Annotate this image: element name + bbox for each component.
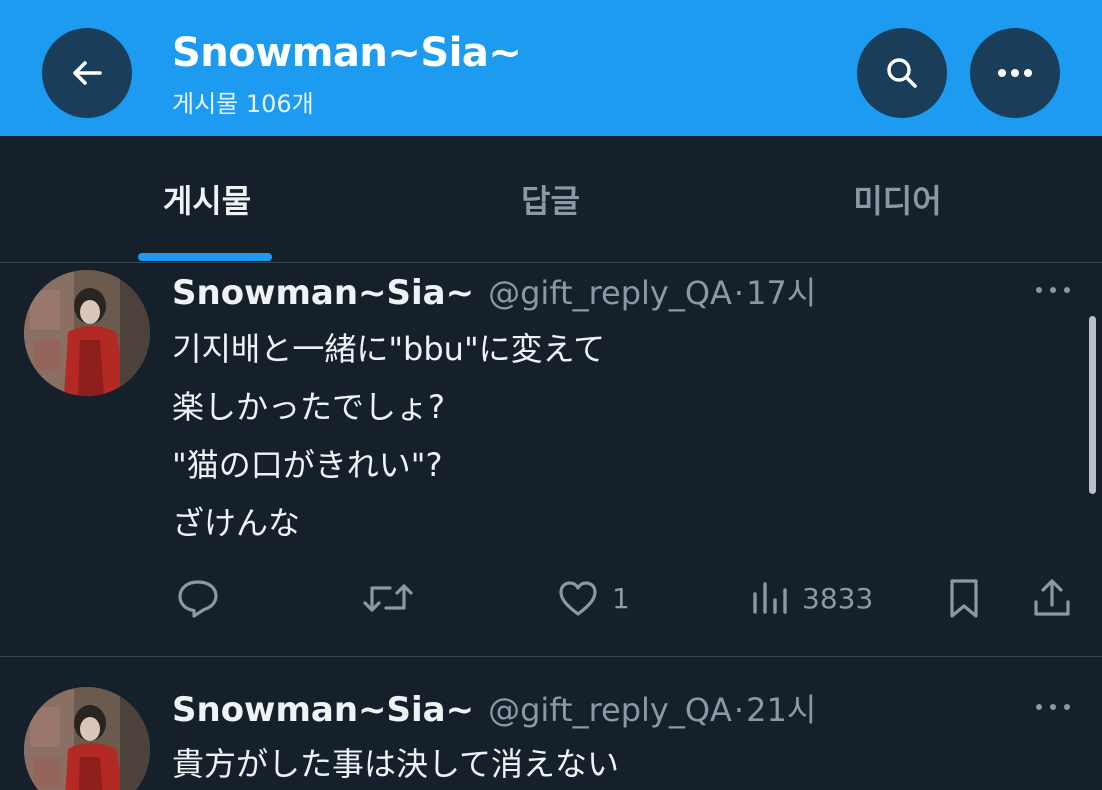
tweet-text: 貴方がした事は決して消えない: [172, 735, 619, 790]
like-count: 1: [612, 581, 630, 615]
profile-posts-screen: Snowman~Sia~ 게시물 106개 게시물 답글 미디어 Snowman…: [0, 0, 1102, 790]
tweet-text-line: ざけんな: [172, 504, 301, 542]
profile-title: Snowman~Sia~: [172, 30, 522, 76]
share-button[interactable]: [1030, 576, 1074, 620]
author-handle[interactable]: @gift_reply_QA: [488, 274, 732, 312]
tweet-text-line: 楽しかったでしょ?: [172, 388, 445, 426]
author-name[interactable]: Snowman~Sia~: [172, 273, 474, 313]
analytics-icon: [753, 582, 787, 614]
bookmark-button[interactable]: [944, 576, 984, 620]
scrollbar[interactable]: [1089, 316, 1096, 494]
tweet-actions: 1 3833: [0, 568, 1102, 628]
avatar-image: [24, 270, 150, 396]
tweet-text-line: "猫の口がきれい"?: [172, 446, 443, 484]
tweet[interactable]: Snowman~Sia~ @gift_reply_QA · 17시 기지배と一緒…: [0, 262, 1102, 657]
post-count: 게시물 106개: [172, 90, 314, 118]
tweet-header: Snowman~Sia~ @gift_reply_QA · 21시: [172, 685, 816, 731]
search-button[interactable]: [857, 28, 947, 118]
separator-dot: ·: [733, 691, 745, 729]
search-icon: [887, 58, 917, 88]
bookmark-icon: [950, 579, 978, 618]
more-horizontal-icon: [998, 69, 1032, 77]
share-icon: [1034, 579, 1070, 616]
profile-tabs: 게시물 답글 미디어: [0, 136, 1102, 263]
tweet-text-line: 貴方がした事は決して消えない: [172, 745, 620, 783]
tweet-timestamp[interactable]: 21시: [746, 685, 816, 731]
profile-header: Snowman~Sia~ 게시물 106개: [0, 0, 1102, 136]
avatar[interactable]: [24, 270, 150, 396]
author-name[interactable]: Snowman~Sia~: [172, 690, 474, 730]
tweet-more-button[interactable]: [1030, 697, 1076, 717]
tweet-text: 기지배と一緒に"bbu"に変えて 楽しかったでしょ? "猫の口がきれい"? ざけ…: [172, 320, 605, 552]
active-tab-indicator: [138, 253, 272, 261]
views-button[interactable]: 3833: [750, 576, 873, 620]
heart-icon: [559, 581, 597, 616]
tweet-text-line: 기지배と一緒に"bbu"に変えて: [172, 330, 606, 368]
tweet-timestamp[interactable]: 17시: [746, 268, 816, 314]
tweet-header: Snowman~Sia~ @gift_reply_QA · 17시: [172, 268, 816, 314]
like-button[interactable]: 1: [556, 576, 630, 620]
view-count: 3833: [802, 581, 874, 615]
avatar[interactable]: [24, 687, 150, 790]
tab-media[interactable]: 미디어: [714, 136, 1081, 262]
more-horizontal-icon: [1036, 287, 1070, 293]
reply-button[interactable]: [175, 576, 221, 620]
arrow-left-icon: [73, 61, 102, 85]
tab-replies[interactable]: 답글: [367, 136, 734, 262]
reply-icon: [178, 580, 218, 618]
separator-dot: ·: [733, 274, 745, 312]
more-options-button[interactable]: [970, 28, 1060, 118]
tweet[interactable]: Snowman~Sia~ @gift_reply_QA · 21시 貴方がした事…: [0, 657, 1102, 790]
retweet-icon: [363, 584, 413, 612]
tweet-more-button[interactable]: [1030, 280, 1076, 300]
avatar-image: [24, 687, 150, 790]
author-handle[interactable]: @gift_reply_QA: [488, 691, 732, 729]
more-horizontal-icon: [1036, 704, 1070, 710]
tab-posts[interactable]: 게시물: [22, 136, 392, 262]
retweet-button[interactable]: [360, 576, 416, 620]
back-button[interactable]: [42, 28, 132, 118]
